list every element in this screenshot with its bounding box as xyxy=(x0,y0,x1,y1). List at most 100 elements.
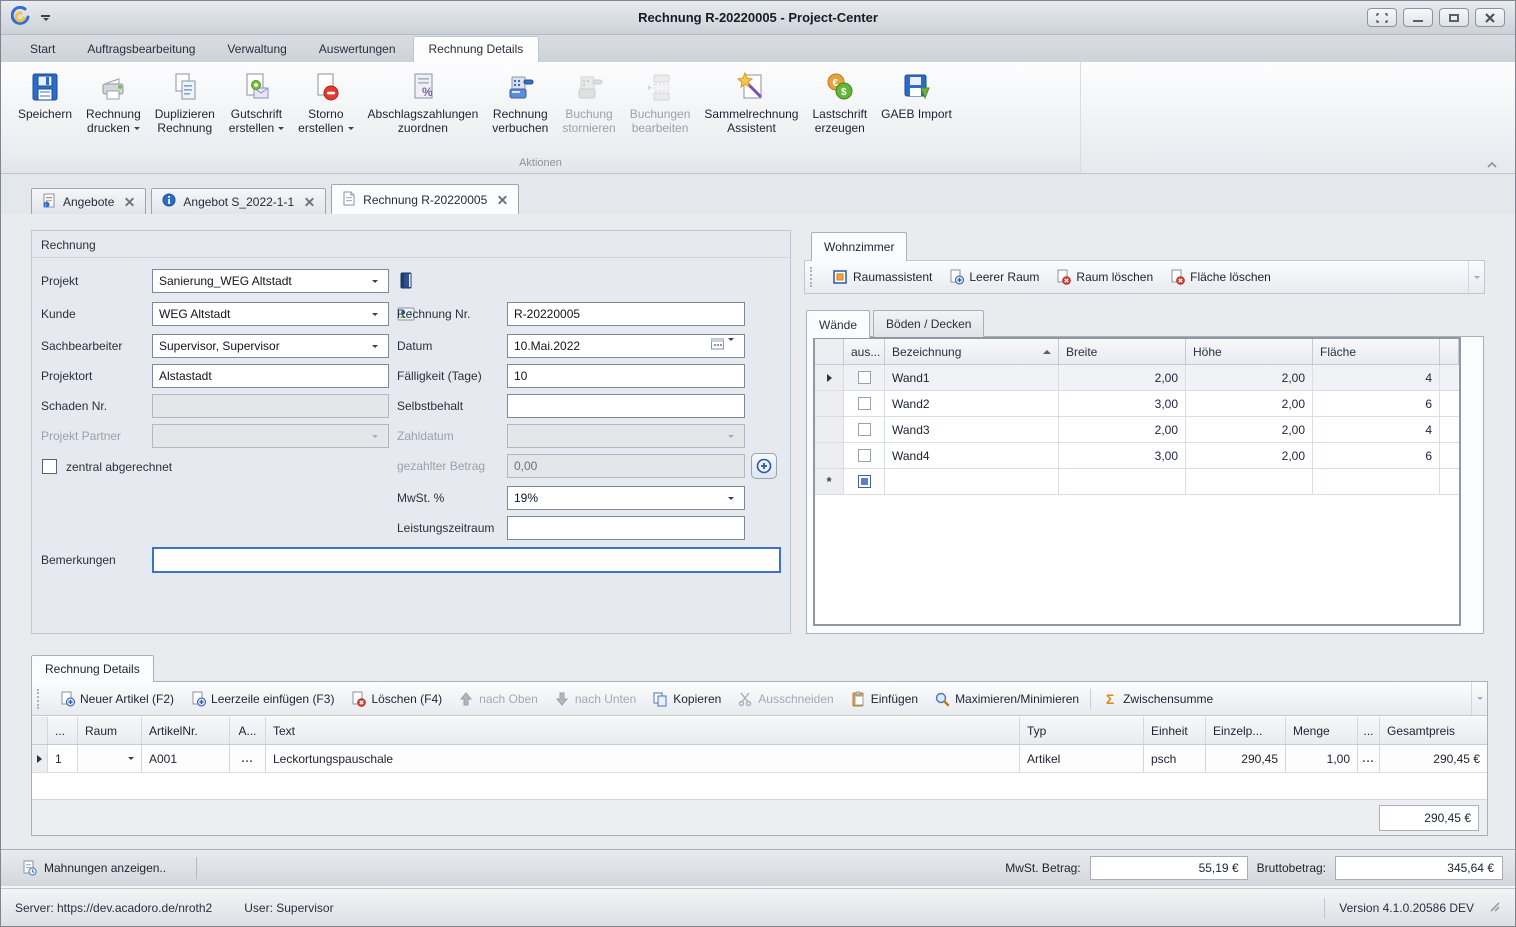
tab-auswertungen[interactable]: Auswertungen xyxy=(304,37,411,62)
speichern-button[interactable]: Speichern xyxy=(11,68,79,123)
tab-rechnung-details[interactable]: Rechnung Details xyxy=(413,36,540,62)
gutschrift-erstellen-button[interactable]: Gutschrifterstellen xyxy=(222,68,291,137)
einfuegen-button[interactable]: Einfügen xyxy=(842,691,926,707)
tab-auftragsbearbeitung[interactable]: Auftragsbearbeitung xyxy=(72,37,210,62)
mahnungen-anzeigen-button[interactable]: Mahnungen anzeigen.. xyxy=(13,856,174,880)
minimize-button[interactable] xyxy=(1403,8,1433,27)
wall-row[interactable]: Wand1 2,00 2,00 4 xyxy=(815,365,1459,391)
col-flaeche[interactable]: Fläche xyxy=(1313,339,1440,364)
buchung-stornieren-button: Buchungstornieren xyxy=(555,68,622,137)
article-lookup-button[interactable]: ... xyxy=(230,745,266,772)
bemerkungen-label: Bemerkungen xyxy=(41,548,116,572)
row-checkbox[interactable] xyxy=(858,423,871,436)
leerer-raum-button[interactable]: Leerer Raum xyxy=(940,269,1047,285)
datum-datepicker[interactable]: 10.Mai.2022 xyxy=(507,334,745,358)
kunde-combobox[interactable]: WEG Altstadt xyxy=(152,302,389,326)
col-typ[interactable]: Typ xyxy=(1020,717,1144,744)
tab-boeden-decken[interactable]: Böden / Decken xyxy=(873,310,984,337)
project-book-icon[interactable] xyxy=(396,271,416,291)
add-payment-button[interactable] xyxy=(751,453,777,479)
document-tab-strip: i Angebote Angebot S_2022-1-1 Rechnung R… xyxy=(1,184,1515,214)
close-tab-icon[interactable] xyxy=(305,197,315,207)
row-checkbox[interactable] xyxy=(858,397,871,410)
col-text[interactable]: Text xyxy=(266,717,1020,744)
close-tab-icon[interactable] xyxy=(125,197,135,207)
mwst-combobox[interactable]: 19% xyxy=(507,486,745,510)
row-checkbox[interactable] xyxy=(858,371,871,384)
gaeb-import-button[interactable]: GAEB Import xyxy=(874,68,959,123)
toolbar-grip[interactable] xyxy=(810,267,816,287)
sammelrechnung-assistent-button[interactable]: SammelrechnungAssistent xyxy=(697,68,805,137)
fit-window-button[interactable] xyxy=(1367,8,1397,27)
wall-row[interactable]: Wand4 3,00 2,00 6 xyxy=(815,443,1459,469)
abschlagszahlungen-zuordnen-button[interactable]: % Abschlagszahlungenzuordnen xyxy=(361,68,486,137)
close-button[interactable] xyxy=(1475,8,1505,27)
col-gesamtpreis[interactable]: Gesamtpreis xyxy=(1380,717,1487,744)
ribbon-collapse-icon[interactable] xyxy=(1483,158,1501,171)
row-options-button[interactable]: ... xyxy=(1358,745,1380,772)
col-artikelnr[interactable]: ArtikelNr. xyxy=(142,717,230,744)
row-checkbox[interactable] xyxy=(858,475,871,488)
zentral-abgerechnet-checkbox[interactable] xyxy=(42,459,57,474)
col-einzelpreis[interactable]: Einzelp... xyxy=(1206,717,1286,744)
doc-tab-angebote[interactable]: i Angebote xyxy=(31,188,146,214)
kopieren-button[interactable]: Kopieren xyxy=(644,691,729,707)
col-dots[interactable]: ... xyxy=(48,717,78,744)
maximieren-minimieren-button[interactable]: Maximieren/Minimieren xyxy=(926,691,1087,707)
lastschrift-erzeugen-button[interactable]: €$ Lastschrifterzeugen xyxy=(805,68,874,137)
wall-row[interactable]: Wand2 3,00 2,00 6 xyxy=(815,391,1459,417)
leistungszeitraum-input[interactable] xyxy=(507,516,745,540)
toolbar-grip[interactable] xyxy=(37,689,43,709)
col-bezeichnung[interactable]: Bezeichnung xyxy=(885,339,1059,364)
flaeche-loeschen-button[interactable]: Fläche löschen xyxy=(1161,269,1279,285)
tab-waende[interactable]: Wände xyxy=(806,310,870,338)
bemerkungen-input[interactable] xyxy=(152,547,781,573)
document-delete-icon xyxy=(350,691,366,707)
projekt-combobox[interactable]: Sanierung_WEG Altstadt xyxy=(152,269,389,293)
zwischensumme-button[interactable]: Σ Zwischensumme xyxy=(1094,691,1221,707)
quick-access-dropdown-icon[interactable] xyxy=(41,15,50,21)
faelligkeit-input[interactable]: 10 xyxy=(507,364,745,388)
rechnung-nr-input[interactable]: R-20220005 xyxy=(507,302,745,326)
col-einheit[interactable]: Einheit xyxy=(1144,717,1206,744)
new-wall-row[interactable]: * xyxy=(815,469,1459,495)
neuer-artikel-button[interactable]: Neuer Artikel (F2) xyxy=(51,691,182,707)
duplizieren-rechnung-button[interactable]: DuplizierenRechnung xyxy=(148,68,222,137)
resize-grip-icon[interactable] xyxy=(1488,900,1501,916)
doc-tab-rechnung-r-20220005[interactable]: Rechnung R-20220005 xyxy=(331,184,519,214)
doc-tab-angebot-s-2022-1-1[interactable]: Angebot S_2022-1-1 xyxy=(151,188,326,214)
col-menge[interactable]: Menge xyxy=(1286,717,1358,744)
loeschen-button[interactable]: Löschen (F4) xyxy=(342,691,450,707)
col-dots2[interactable]: ... xyxy=(1358,717,1380,744)
row-checkbox[interactable] xyxy=(858,449,871,462)
raum-cell-dropdown[interactable] xyxy=(78,745,142,772)
rechnung-drucken-button[interactable]: Rechnungdrucken xyxy=(79,68,148,137)
col-raum[interactable]: Raum xyxy=(78,717,142,744)
raumassistent-button[interactable]: Raumassistent xyxy=(824,269,940,285)
col-aus[interactable]: aus... xyxy=(844,339,885,364)
details-tab[interactable]: Rechnung Details xyxy=(31,655,154,682)
tab-start[interactable]: Start xyxy=(15,37,70,62)
col-a[interactable]: A... xyxy=(230,717,266,744)
projektort-input[interactable]: Alstastadt xyxy=(152,364,389,388)
raum-loeschen-button[interactable]: Raum löschen xyxy=(1047,269,1161,285)
sort-asc-icon xyxy=(1043,350,1051,354)
selbstbehalt-input[interactable] xyxy=(507,394,745,418)
cash-register-icon xyxy=(503,70,537,104)
col-breite[interactable]: Breite xyxy=(1059,339,1186,364)
tab-verwaltung[interactable]: Verwaltung xyxy=(212,37,301,62)
leerzeile-einfuegen-button[interactable]: Leerzeile einfügen (F3) xyxy=(182,691,342,707)
toolbar-overflow-icon[interactable] xyxy=(1471,682,1487,715)
sachbearbeiter-combobox[interactable]: Supervisor, Supervisor xyxy=(152,334,389,358)
toolbar-overflow-icon[interactable] xyxy=(1468,261,1484,293)
buchungen-bearbeiten-button: Buchungenbearbeiten xyxy=(623,68,698,137)
storno-erstellen-button[interactable]: Stornoerstellen xyxy=(291,68,360,137)
maximize-button[interactable] xyxy=(1439,8,1469,27)
invoice-item-row[interactable]: 1 A001 ... Leckortungspauschale Artikel … xyxy=(32,745,1487,773)
col-hoehe[interactable]: Höhe xyxy=(1186,339,1313,364)
document-tab-gap xyxy=(1,174,1515,184)
wall-row[interactable]: Wand3 2,00 2,00 4 xyxy=(815,417,1459,443)
close-tab-icon[interactable] xyxy=(498,195,508,205)
rechnung-verbuchen-button[interactable]: Rechnungverbuchen xyxy=(485,68,555,137)
room-tab-wohnzimmer[interactable]: Wohnzimmer xyxy=(811,232,907,261)
